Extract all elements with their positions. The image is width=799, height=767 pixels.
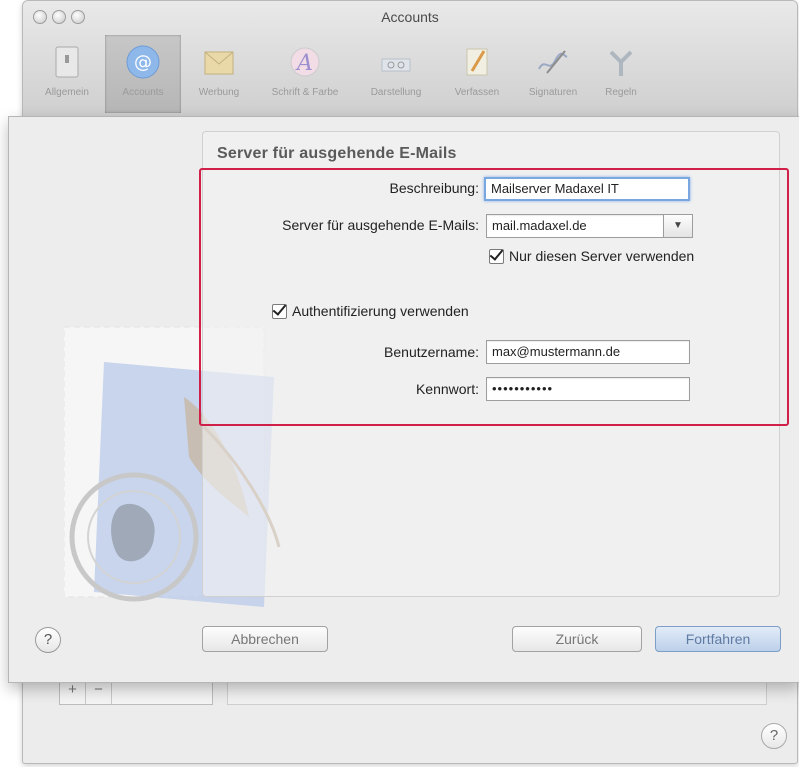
font-icon: A	[286, 43, 324, 81]
rules-icon	[602, 43, 640, 81]
preferences-toolbar: Allgemein @ Accounts Werbung A Schrift &…	[29, 35, 651, 113]
svg-text:A: A	[295, 51, 313, 76]
checkbox-checked-icon	[272, 303, 287, 319]
toolbar-item-darstellung[interactable]: Darstellung	[353, 35, 439, 113]
cancel-button[interactable]: Abbrechen	[202, 626, 328, 652]
toolbar-item-signaturen[interactable]: Signaturen	[515, 35, 591, 113]
outgoing-server-label: Server für ausgehende E-Mails:	[282, 217, 479, 233]
checkbox-checked-icon	[489, 248, 504, 264]
outgoing-server-input[interactable]: mail.madaxel.de	[486, 214, 664, 238]
password-input[interactable]: •••••••••••	[486, 377, 690, 401]
password-label: Kennwort:	[415, 381, 479, 397]
toolbar-item-accounts[interactable]: @ Accounts	[105, 35, 181, 113]
username-input[interactable]: max@mustermann.de	[486, 340, 690, 364]
use-authentication-checkbox[interactable]: Authentifizierung verwenden	[272, 303, 469, 319]
description-label: Beschreibung:	[389, 180, 479, 196]
switch-icon	[48, 43, 86, 81]
toolbar-item-schrift-farbe[interactable]: A Schrift & Farbe	[257, 35, 353, 113]
toolbar-item-verfassen[interactable]: Verfassen	[439, 35, 515, 113]
glasses-icon	[377, 43, 415, 81]
chevron-down-icon[interactable]: ▼	[663, 214, 693, 238]
add-account-sheet: Server für ausgehende E-Mails Beschreibu…	[8, 116, 799, 683]
username-label: Benutzername:	[384, 344, 479, 360]
pencil-icon	[458, 43, 496, 81]
only-this-server-checkbox[interactable]: Nur diesen Server verwenden	[489, 248, 694, 264]
back-button[interactable]: Zurück	[512, 626, 642, 652]
section-title: Server für ausgehende E-Mails	[217, 145, 457, 162]
toolbar-item-regeln[interactable]: Regeln	[591, 35, 651, 113]
svg-text:@: @	[134, 52, 152, 73]
only-this-server-label: Nur diesen Server verwenden	[509, 248, 695, 264]
use-authentication-label: Authentifizierung verwenden	[292, 303, 469, 319]
toolbar-item-allgemein[interactable]: Allgemein	[29, 35, 105, 113]
toolbar-item-werbung[interactable]: Werbung	[181, 35, 257, 113]
envelope-icon	[200, 43, 238, 81]
titlebar: Accounts Allgemein @ Accounts Werbung A …	[23, 1, 797, 117]
signature-icon	[534, 43, 572, 81]
background-help-button[interactable]: ?	[761, 723, 787, 749]
at-icon: @	[124, 43, 162, 81]
description-input[interactable]: Mailserver Madaxel IT	[484, 177, 690, 201]
help-button[interactable]: ?	[35, 627, 61, 653]
continue-button[interactable]: Fortfahren	[655, 626, 781, 652]
window-title: Accounts	[381, 9, 439, 25]
